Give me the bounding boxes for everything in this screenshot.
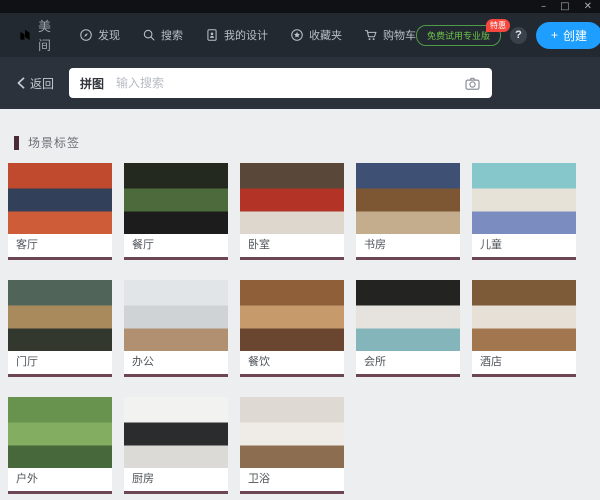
scene-card[interactable]: 办公 <box>124 280 228 377</box>
scene-thumbnail <box>240 163 344 234</box>
nav-item-cart[interactable]: 购物车 <box>364 27 416 43</box>
trial-pro-button[interactable]: 免费试用专业版 特惠 <box>416 25 501 46</box>
scene-label: 卫浴 <box>240 468 344 491</box>
scene-card[interactable]: 酒店 <box>472 280 576 377</box>
scene-card[interactable]: 卧室 <box>240 163 344 260</box>
scene-label: 厨房 <box>124 468 228 491</box>
scene-thumbnail <box>8 163 112 234</box>
search-input[interactable] <box>116 76 452 90</box>
scene-card[interactable]: 儿童 <box>472 163 576 260</box>
back-button-label: 返回 <box>30 75 54 92</box>
nav-item-search[interactable]: 搜索 <box>142 27 183 43</box>
nav-item-label: 我的设计 <box>224 27 268 43</box>
back-button[interactable]: 返回 <box>16 75 54 92</box>
scene-thumbnail <box>8 280 112 351</box>
scene-thumbnail <box>8 397 112 468</box>
create-button[interactable]: + 创建 <box>536 22 600 49</box>
meijian-logo-icon <box>18 28 32 42</box>
scene-card[interactable]: 门厅 <box>8 280 112 377</box>
scene-thumbnail <box>240 397 344 468</box>
main-navbar: 美间 发现 搜索 我的设计 收藏夹 购物车 免费试用专业版 特惠 ? + 创建 安 <box>0 13 600 57</box>
scene-label: 客厅 <box>8 234 112 257</box>
nav-item-label: 发现 <box>98 27 120 43</box>
scene-thumbnail <box>472 280 576 351</box>
app-window: – □ ✕ 美间 发现 搜索 我的设计 收藏夹 购物车 免费试用专业版 特惠 ? + 创… <box>0 0 600 500</box>
window-titlebar: – □ ✕ <box>0 0 600 13</box>
special-offer-badge: 特惠 <box>486 19 510 32</box>
scene-thumbnail <box>124 397 228 468</box>
scene-thumbnail <box>356 280 460 351</box>
plus-icon: + <box>551 28 558 42</box>
chevron-left-icon <box>16 77 26 89</box>
scene-card[interactable]: 餐饮 <box>240 280 344 377</box>
scene-label: 办公 <box>124 351 228 374</box>
help-button[interactable]: ? <box>510 27 527 44</box>
nav-item-favorites[interactable]: 收藏夹 <box>290 27 342 43</box>
scene-thumbnail <box>124 163 228 234</box>
nav-item-discover[interactable]: 发现 <box>79 27 120 43</box>
nav-items: 发现 搜索 我的设计 收藏夹 购物车 <box>79 27 416 43</box>
scene-card[interactable]: 会所 <box>356 280 460 377</box>
my-design-icon <box>205 28 219 42</box>
search-icon <box>142 28 156 42</box>
section-marker <box>14 136 19 150</box>
scene-label: 门厅 <box>8 351 112 374</box>
create-button-label: 创建 <box>563 27 587 44</box>
scene-card[interactable]: 餐厅 <box>124 163 228 260</box>
section-title: 场景标签 <box>28 134 80 151</box>
scene-label: 户外 <box>8 468 112 491</box>
compass-icon <box>79 28 93 42</box>
scene-label: 餐厅 <box>124 234 228 257</box>
app-logo[interactable]: 美间 <box>18 16 53 54</box>
minimize-button[interactable]: – <box>541 2 546 12</box>
search-toolbar: 返回 拼图 <box>0 57 600 109</box>
search-bar: 拼图 <box>69 68 492 98</box>
nav-item-my-design[interactable]: 我的设计 <box>205 27 268 43</box>
scene-label: 酒店 <box>472 351 576 374</box>
scene-card[interactable]: 厨房 <box>124 397 228 494</box>
scene-thumbnail <box>240 280 344 351</box>
main-content: 场景标签 客厅餐厅卧室书房儿童门厅办公餐饮会所酒店户外厨房卫浴 <box>0 134 600 500</box>
scene-card[interactable]: 书房 <box>356 163 460 260</box>
nav-item-label: 购物车 <box>383 27 416 43</box>
close-button[interactable]: ✕ <box>584 2 592 12</box>
scene-thumbnail <box>356 163 460 234</box>
scene-label: 儿童 <box>472 234 576 257</box>
navbar-right-group: 免费试用专业版 特惠 ? + 创建 安 <box>416 22 600 49</box>
maximize-button[interactable]: □ <box>560 2 569 12</box>
app-logo-text: 美间 <box>38 16 53 54</box>
camera-search-icon[interactable] <box>464 76 481 91</box>
scene-card[interactable]: 卫浴 <box>240 397 344 494</box>
scene-thumbnail <box>472 163 576 234</box>
search-category-selector[interactable]: 拼图 <box>80 75 104 92</box>
scene-thumbnail <box>124 280 228 351</box>
scene-grid: 客厅餐厅卧室书房儿童门厅办公餐饮会所酒店户外厨房卫浴 <box>8 163 600 500</box>
scene-card[interactable]: 客厅 <box>8 163 112 260</box>
scene-label: 餐饮 <box>240 351 344 374</box>
nav-item-label: 搜索 <box>161 27 183 43</box>
nav-item-label: 收藏夹 <box>309 27 342 43</box>
scene-label: 卧室 <box>240 234 344 257</box>
section-header: 场景标签 <box>14 134 600 151</box>
cart-icon <box>364 28 378 42</box>
scene-card[interactable]: 户外 <box>8 397 112 494</box>
scene-label: 会所 <box>356 351 460 374</box>
trial-pro-label: 免费试用专业版 <box>427 31 490 41</box>
star-icon <box>290 28 304 42</box>
scene-label: 书房 <box>356 234 460 257</box>
